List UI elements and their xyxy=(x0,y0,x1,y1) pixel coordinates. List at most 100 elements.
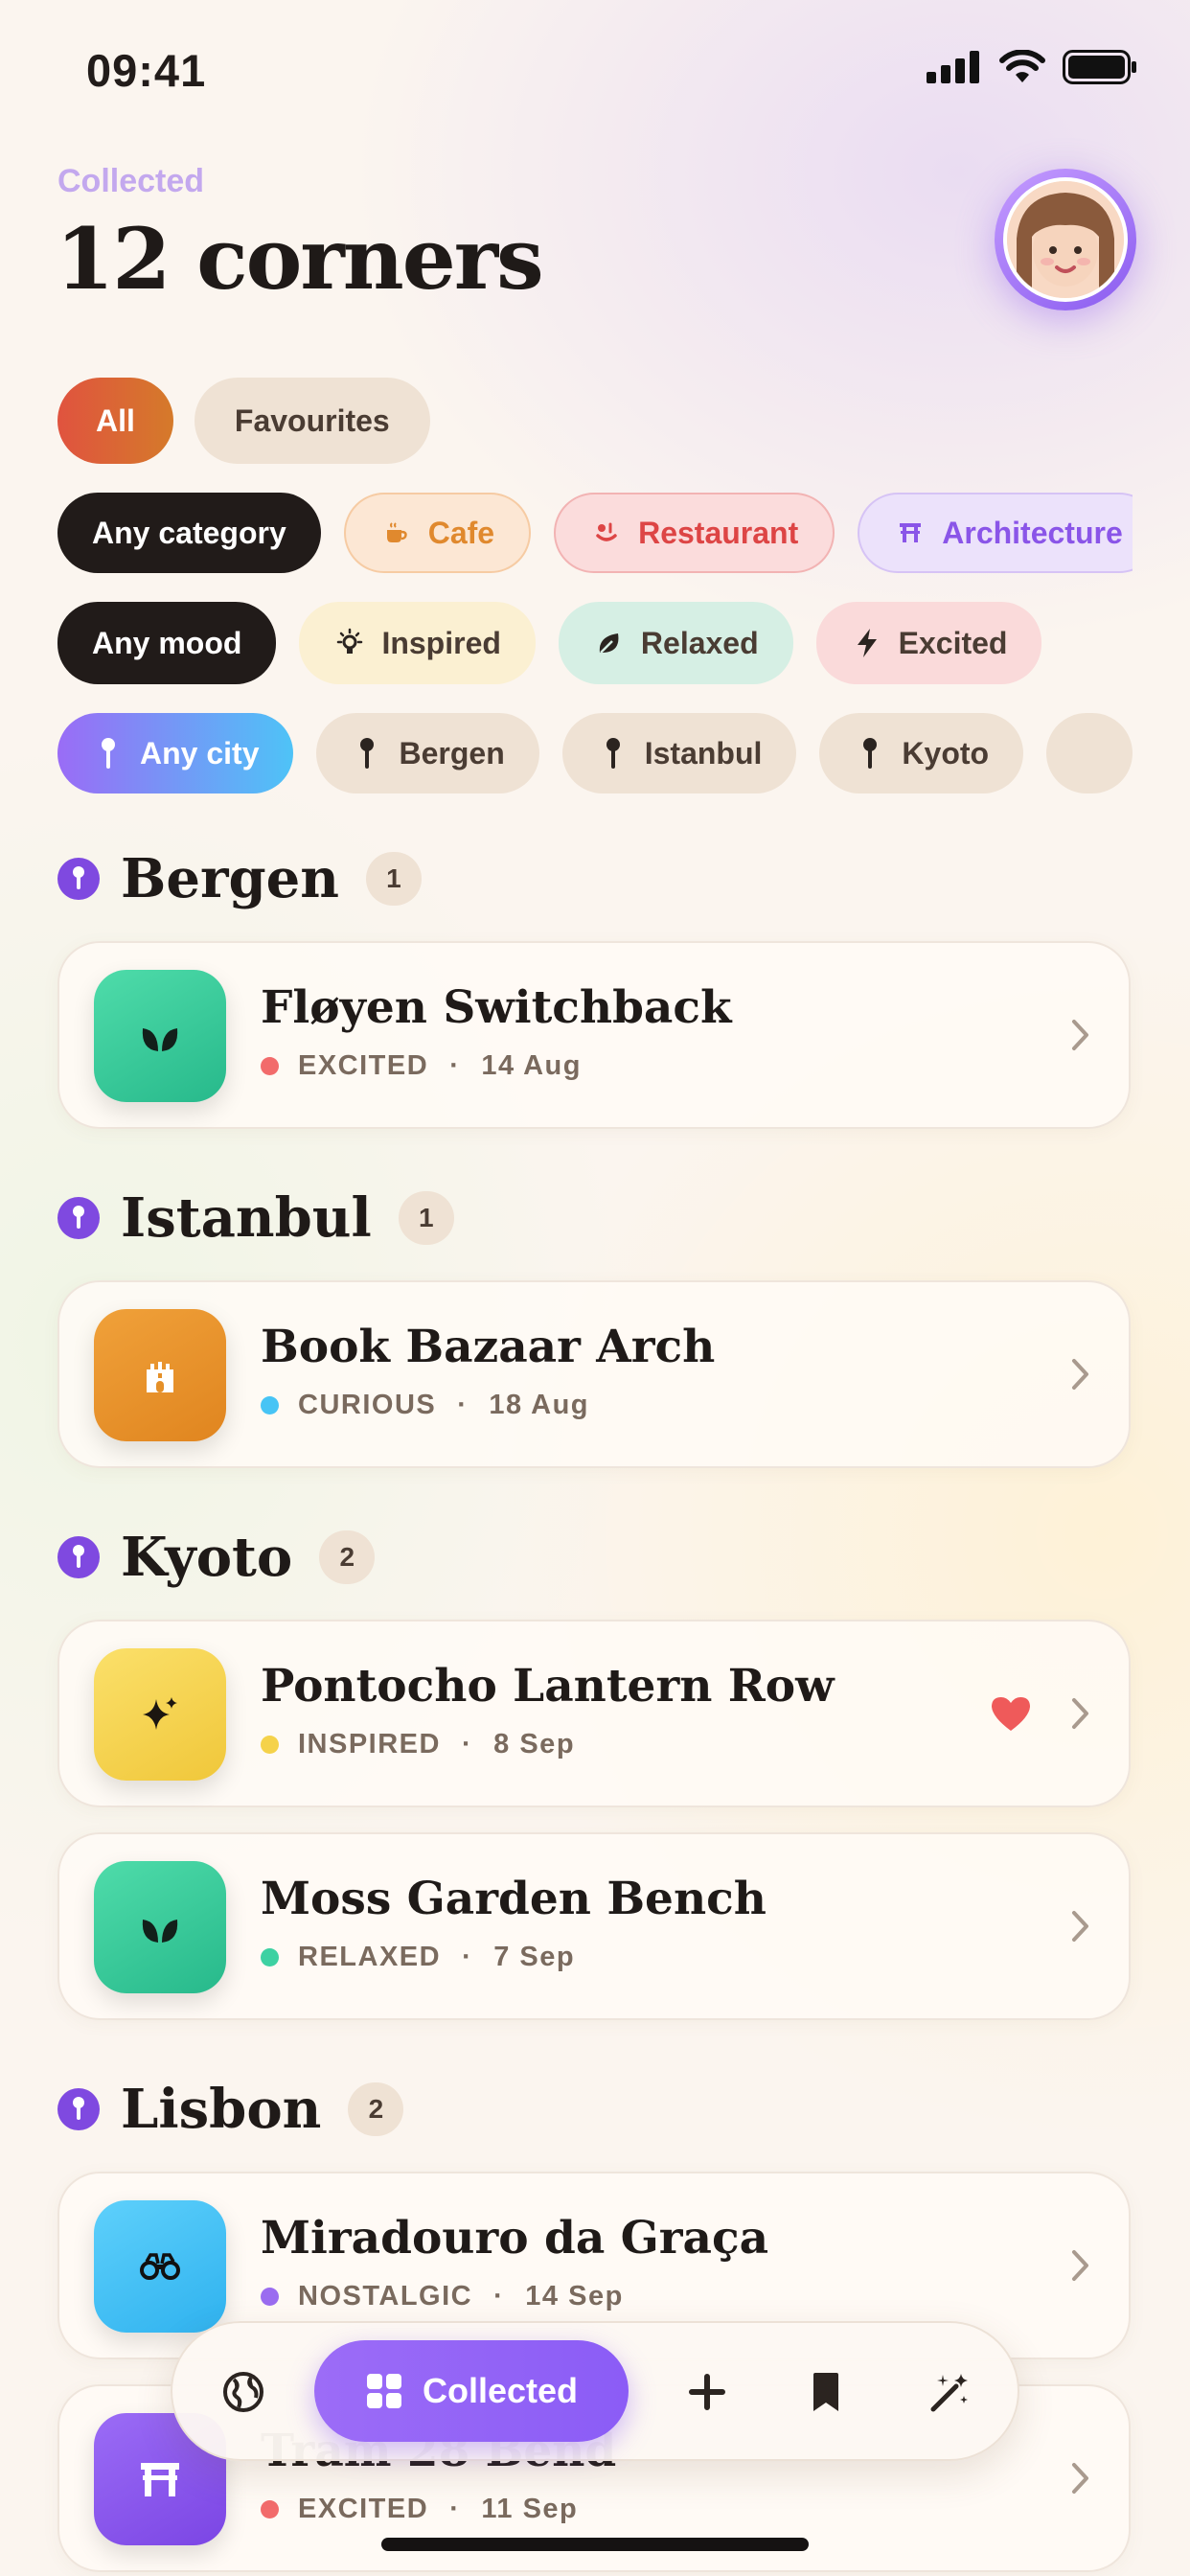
chevron-right-icon xyxy=(1072,1911,1088,1942)
corner-title: Pontocho Lantern Row xyxy=(261,1660,835,1713)
page-title: 12 corners xyxy=(56,209,544,309)
mood-dot xyxy=(261,1396,279,1414)
avatar-button[interactable] xyxy=(995,169,1136,310)
corner-meta: RELAXED · 7 Sep xyxy=(261,1942,575,1973)
section-count-badge: 1 xyxy=(398,1191,454,1245)
home-indicator xyxy=(381,2538,809,2551)
filter-restaurant-chip[interactable]: Restaurant xyxy=(554,493,835,573)
wifi-icon xyxy=(999,50,1045,82)
filter-bergen-chip[interactable]: Bergen xyxy=(316,713,539,794)
globe-icon xyxy=(223,2372,263,2412)
tab-map[interactable] xyxy=(217,2365,270,2419)
chip-label: Bergen xyxy=(399,735,505,770)
magic-wand-icon xyxy=(930,2374,968,2412)
binoculars-icon xyxy=(94,2200,226,2333)
chip-label: Architecture xyxy=(942,515,1123,550)
filter-istanbul-chip[interactable]: Istanbul xyxy=(561,713,797,794)
food-icon xyxy=(590,517,623,549)
cellular-signal-icon xyxy=(927,51,979,83)
corner-card[interactable]: Book Bazaar Arch CURIOUS · 18 Aug xyxy=(57,1280,1131,1468)
mood-dot xyxy=(261,1736,279,1754)
corner-meta: NOSTALGIC · 14 Sep xyxy=(261,2281,624,2312)
filter-kyoto-chip[interactable]: Kyoto xyxy=(819,713,1024,794)
tab-magic[interactable] xyxy=(924,2365,977,2419)
heart-icon[interactable] xyxy=(989,1694,1033,1733)
corner-meta: EXCITED · 11 Sep xyxy=(261,2494,578,2525)
filter-any-category-chip[interactable]: Any category xyxy=(57,493,321,573)
filter-all-chip[interactable]: All xyxy=(57,378,173,464)
section-header-istanbul: Istanbul 1 xyxy=(57,1186,454,1250)
corner-date: 14 Sep xyxy=(525,2281,624,2312)
chip-label: Any city xyxy=(140,735,260,770)
battery-icon xyxy=(1063,50,1136,84)
section-title: Lisbon xyxy=(121,2078,322,2141)
sparkle-icon xyxy=(94,1648,226,1781)
chevron-right-icon xyxy=(1072,2463,1088,2494)
pin-icon xyxy=(854,737,886,770)
corner-date: 11 Sep xyxy=(481,2494,579,2524)
meta-separator: · xyxy=(457,1390,469,1420)
chevron-right-icon xyxy=(1072,1359,1088,1390)
corner-card[interactable]: Fløyen Switchback EXCITED · 14 Aug xyxy=(57,941,1131,1129)
corner-date: 14 Aug xyxy=(481,1050,582,1081)
section-title: Bergen xyxy=(121,847,339,910)
castle-icon xyxy=(94,1309,226,1441)
corner-date: 18 Aug xyxy=(489,1390,590,1420)
section-header-bergen: Bergen 1 xyxy=(57,847,422,910)
corner-mood: INSPIRED xyxy=(298,1729,441,1760)
chip-label: Favourites xyxy=(234,402,390,438)
filter-any-city-chip[interactable]: Any city xyxy=(57,713,294,794)
leaf-icon xyxy=(593,627,626,659)
chip-label: Relaxed xyxy=(640,625,759,660)
filter-relaxed-chip[interactable]: Relaxed xyxy=(558,602,793,684)
avatar xyxy=(1003,177,1128,302)
chip-label: All xyxy=(96,402,135,438)
status-time: 09:41 xyxy=(86,45,207,96)
tab-add[interactable] xyxy=(680,2365,734,2419)
filter-any-mood-chip[interactable]: Any mood xyxy=(57,602,277,684)
filter-cafe-chip[interactable]: Cafe xyxy=(343,493,532,573)
category-filter-row: Any category Cafe Restaurant Architectur… xyxy=(57,493,1133,573)
filter-excited-chip[interactable]: Excited xyxy=(815,602,1042,684)
corner-card[interactable]: Pontocho Lantern Row INSPIRED · 8 Sep xyxy=(57,1620,1131,1807)
pin-icon xyxy=(57,1536,100,1578)
section-title: Istanbul xyxy=(121,1186,372,1250)
section-header-kyoto: Kyoto 2 xyxy=(57,1526,376,1589)
corner-mood: RELAXED xyxy=(298,1942,442,1972)
chip-label: Excited xyxy=(898,625,1008,660)
arch-icon xyxy=(894,517,927,549)
mood-dot xyxy=(261,2288,279,2306)
chip-label: Any mood xyxy=(92,625,242,660)
filter-favourites-chip[interactable]: Favourites xyxy=(194,378,430,464)
meta-separator: · xyxy=(449,1050,461,1081)
corner-date: 7 Sep xyxy=(493,1942,576,1972)
corner-mood: EXCITED xyxy=(298,2494,429,2524)
coffee-icon xyxy=(380,517,413,549)
bolt-icon xyxy=(851,627,883,659)
chip-label: Inspired xyxy=(381,625,501,660)
corner-title: Miradouro da Graça xyxy=(261,2212,769,2265)
chip-label: Any category xyxy=(92,515,286,550)
leaf-icon xyxy=(94,970,226,1102)
chip-label: Cafe xyxy=(427,515,495,550)
meta-separator: · xyxy=(462,1942,473,1972)
page-eyebrow: Collected xyxy=(57,163,205,199)
chevron-right-icon xyxy=(1072,2250,1088,2281)
pin-icon xyxy=(57,858,100,900)
scope-filter-row: All Favourites xyxy=(57,378,430,464)
corner-mood: CURIOUS xyxy=(298,1390,437,1420)
corner-card[interactable]: Moss Garden Bench RELAXED · 7 Sep xyxy=(57,1832,1131,2020)
chip-label: Istanbul xyxy=(644,735,763,770)
filter-more-city-chip[interactable] xyxy=(1046,713,1133,794)
chip-label: Restaurant xyxy=(638,515,799,550)
tab-saved[interactable] xyxy=(799,2365,853,2419)
pin-icon xyxy=(597,737,629,770)
tab-collected[interactable]: Collected xyxy=(314,2340,629,2442)
status-icons xyxy=(927,50,1137,84)
pin-icon xyxy=(57,1197,100,1239)
filter-inspired-chip[interactable]: Inspired xyxy=(299,602,536,684)
bookmark-icon xyxy=(813,2373,838,2411)
filter-architecture-chip[interactable]: Architecture xyxy=(858,493,1133,573)
mood-dot xyxy=(261,2500,279,2518)
chip-label: Kyoto xyxy=(902,735,990,770)
